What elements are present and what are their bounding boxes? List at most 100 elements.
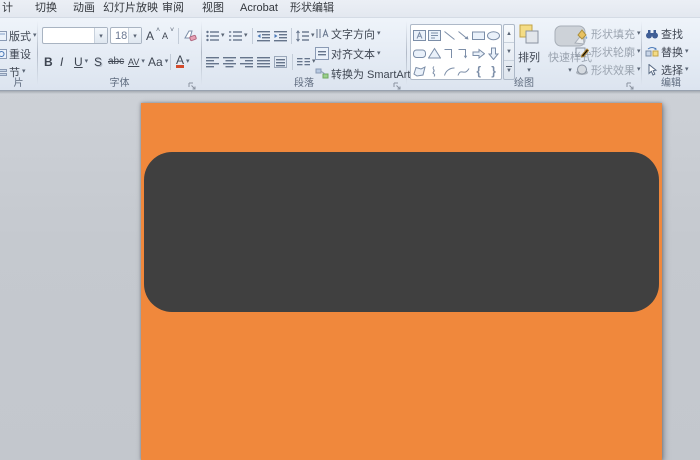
dropdown-arrow-icon: ▾: [221, 32, 225, 39]
down-arrow-icon: ▼: [506, 48, 512, 55]
layout-icon: [0, 30, 7, 41]
slide-editing-workspace: [0, 91, 700, 460]
layout-button[interactable]: 版式 ▾: [0, 27, 37, 44]
italic-button[interactable]: I: [60, 53, 63, 70]
clear-formatting-button[interactable]: [183, 27, 197, 44]
distribute-icon: [274, 55, 287, 68]
text-direction-button[interactable]: 文字方向 ▾: [315, 25, 381, 42]
align-left-button[interactable]: [206, 53, 219, 70]
arrange-button[interactable]: 排列 ▾: [513, 23, 545, 74]
grow-font-button[interactable]: A ˄: [146, 27, 160, 44]
shape-outline-button[interactable]: 形状轮廓 ▾: [575, 43, 641, 60]
ribbon-tab-bar: 计 切换 动画 幻灯片放映 审阅 视图 Acrobat 形状编辑: [0, 0, 700, 18]
line-spacing-button[interactable]: ▾: [296, 27, 315, 44]
dropdown-arrow-icon: ▾: [186, 58, 190, 65]
rounded-rectangle-shape[interactable]: [144, 152, 659, 312]
shape-triangle-icon[interactable]: [427, 44, 442, 62]
text-direction-icon: [316, 28, 329, 38]
shape-elbow-connector-icon[interactable]: [442, 44, 457, 62]
justify-button[interactable]: [257, 53, 270, 70]
find-icon: [646, 29, 658, 38]
shapes-gallery: { }: [410, 24, 502, 80]
shape-oval-icon[interactable]: [486, 26, 501, 44]
ribbon-content: 版式 ▾ 重设 节 ▾ 片 ▾ 18 ▾ A ˄ A ˅ B I U ▾ S a…: [0, 18, 700, 90]
find-button[interactable]: 查找: [645, 25, 683, 42]
dropdown-arrow-icon: ▾: [84, 58, 89, 65]
editing-group-label: 编辑: [661, 78, 681, 89]
dropdown-arrow-icon: ▾: [377, 30, 381, 37]
dropdown-arrow-icon: ▾: [637, 66, 641, 73]
dropdown-arrow-icon: ▾: [527, 67, 531, 74]
powerpoint-window: 计 切换 动画 幻灯片放映 审阅 视图 Acrobat 形状编辑 版式 ▾ 重设: [0, 0, 700, 460]
align-right-button[interactable]: [240, 53, 253, 70]
tab-review[interactable]: 审阅: [160, 0, 186, 17]
align-center-icon: [223, 56, 236, 67]
tab-view[interactable]: 视图: [200, 0, 226, 17]
tab-shape-edit[interactable]: 形状编辑: [288, 0, 336, 17]
dropdown-arrow-icon: ▾: [244, 32, 248, 39]
tab-design-cut[interactable]: 计: [0, 0, 15, 17]
font-size-value: 18: [115, 29, 128, 42]
shape-elbow-arrow-connector-icon[interactable]: [456, 44, 471, 62]
mini-separator: [178, 28, 179, 44]
shape-textbox-icon[interactable]: [412, 26, 427, 44]
replace-button[interactable]: 替换 ▾: [645, 43, 689, 60]
increase-indent-button[interactable]: [274, 27, 287, 44]
font-name-combo[interactable]: ▾: [42, 27, 108, 44]
paragraph-dialog-launcher[interactable]: [393, 78, 403, 90]
columns-button[interactable]: ▾: [297, 53, 316, 70]
shapes-row: [412, 26, 501, 44]
font-size-combo[interactable]: 18 ▾: [110, 27, 142, 44]
font-color-button[interactable]: A ▾: [176, 53, 190, 70]
group-slides: 版式 ▾ 重设 节 ▾ 片: [0, 18, 37, 90]
shape-line-icon[interactable]: [442, 26, 457, 44]
font-dialog-launcher[interactable]: [188, 78, 198, 90]
underline-button[interactable]: U ▾: [74, 53, 88, 70]
character-spacing-button[interactable]: AV ▾: [128, 53, 145, 70]
shape-vertical-textbox-icon[interactable]: [427, 26, 442, 44]
numbering-button[interactable]: ▾: [229, 27, 248, 44]
dropdown-arrow-icon: ▾: [637, 48, 641, 55]
decrease-indent-button[interactable]: [257, 27, 270, 44]
shapes-row: [412, 44, 501, 62]
mini-separator: [252, 28, 253, 44]
shrink-font-button[interactable]: A ˅: [162, 27, 174, 44]
dropdown-arrow-icon: ▾: [164, 58, 169, 65]
shape-rectangle-icon[interactable]: [471, 26, 486, 44]
tab-animations[interactable]: 动画: [71, 0, 97, 17]
clear-formatting-icon: [184, 30, 197, 42]
line-spacing-icon: [296, 29, 309, 42]
distribute-button[interactable]: [274, 53, 287, 70]
strikethrough-button[interactable]: abc: [108, 53, 124, 70]
combo-arrow-icon[interactable]: ▾: [128, 28, 141, 43]
bullets-button[interactable]: ▾: [206, 27, 225, 44]
align-center-button[interactable]: [223, 53, 236, 70]
justify-icon: [257, 56, 270, 67]
shape-arrow-icon[interactable]: [456, 26, 471, 44]
drawing-dialog-launcher[interactable]: [626, 78, 636, 90]
tab-transitions[interactable]: 切换: [33, 0, 59, 17]
bullets-icon: [206, 30, 219, 41]
align-text-button[interactable]: 对齐文本 ▾: [315, 45, 381, 62]
numbering-icon: [229, 30, 242, 41]
tab-acrobat[interactable]: Acrobat: [238, 0, 280, 17]
bold-button[interactable]: B: [44, 53, 53, 70]
slide-canvas[interactable]: [141, 103, 662, 460]
tab-slideshow[interactable]: 幻灯片放映: [101, 0, 160, 17]
group-editing: 查找 替换 ▾ 选择 ▾ 编辑: [642, 18, 700, 90]
shape-down-arrow-icon[interactable]: [486, 44, 501, 62]
mini-separator: [170, 54, 171, 70]
shape-right-arrow-icon[interactable]: [471, 44, 486, 62]
combo-arrow-icon[interactable]: ▾: [94, 28, 107, 43]
dropdown-arrow-icon: ▾: [568, 67, 572, 74]
shape-rounded-rectangle-icon[interactable]: [412, 44, 427, 62]
paragraph-group-label: 段落: [294, 78, 314, 89]
columns-icon: [297, 57, 310, 65]
shape-fill-button[interactable]: 形状填充 ▾: [575, 25, 641, 42]
slides-group-label: 片: [13, 78, 24, 89]
dropdown-arrow-icon: ▾: [685, 66, 689, 73]
reset-button[interactable]: 重设: [0, 45, 31, 62]
change-case-button[interactable]: Aa ▾: [148, 53, 168, 70]
text-shadow-button[interactable]: S: [94, 53, 102, 70]
dropdown-arrow-icon: ▾: [685, 48, 689, 55]
